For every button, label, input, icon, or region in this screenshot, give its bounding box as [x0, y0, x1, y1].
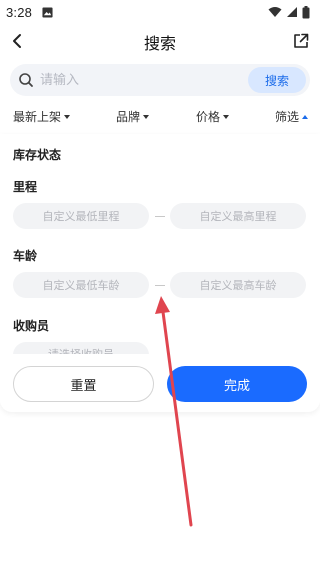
nav-bar: 搜索 — [0, 28, 320, 56]
search-bar: 搜索 — [10, 64, 310, 96]
page-title: 搜索 — [143, 34, 176, 53]
buyer-title: 收购员 — [13, 319, 50, 333]
dropdown-triangle-icon — [223, 114, 230, 119]
mileage-max-input[interactable] — [170, 203, 306, 229]
action-bar: 重置 完成 — [0, 354, 320, 412]
range-separator — [155, 285, 165, 286]
wifi-icon — [268, 7, 282, 17]
stock-status-title: 库存状态 — [13, 148, 62, 162]
filter-brand-label: 品牌 — [116, 110, 141, 124]
filter-latest-label: 最新上架 — [13, 110, 62, 124]
mileage-min-input[interactable] — [13, 203, 149, 229]
filter-price[interactable]: 价格 — [196, 108, 230, 125]
search-button[interactable]: 搜索 — [248, 67, 306, 93]
share-icon[interactable] — [292, 32, 310, 50]
filter-screen-label: 筛选 — [275, 110, 300, 124]
gallery-notification-icon — [42, 6, 53, 18]
done-button[interactable]: 完成 — [167, 366, 307, 402]
range-separator — [155, 216, 165, 217]
search-input[interactable] — [40, 64, 240, 96]
dropdown-triangle-icon — [64, 114, 71, 119]
dropdown-triangle-up-icon — [302, 114, 309, 119]
search-icon — [19, 73, 33, 87]
filter-latest[interactable]: 最新上架 — [13, 108, 71, 125]
age-title: 车龄 — [13, 249, 38, 263]
battery-icon — [302, 5, 310, 18]
reset-button[interactable]: 重置 — [13, 366, 154, 402]
signal-icon — [287, 7, 297, 17]
filter-brand[interactable]: 品牌 — [116, 108, 150, 125]
filter-price-label: 价格 — [196, 110, 221, 124]
filter-screen[interactable]: 筛选 — [275, 108, 309, 125]
age-max-input[interactable] — [170, 272, 306, 298]
status-bar: 3:28 — [0, 0, 320, 24]
dropdown-triangle-icon — [143, 114, 150, 119]
mileage-title: 里程 — [13, 180, 38, 194]
status-time: 3:28 — [6, 4, 33, 20]
filter-bar: 最新上架 品牌 价格 筛选 — [0, 108, 320, 130]
age-min-input[interactable] — [13, 272, 149, 298]
filter-panel: 库存状态 里程 车龄 收购员 请选择收购员 重置 完成 — [0, 134, 320, 412]
